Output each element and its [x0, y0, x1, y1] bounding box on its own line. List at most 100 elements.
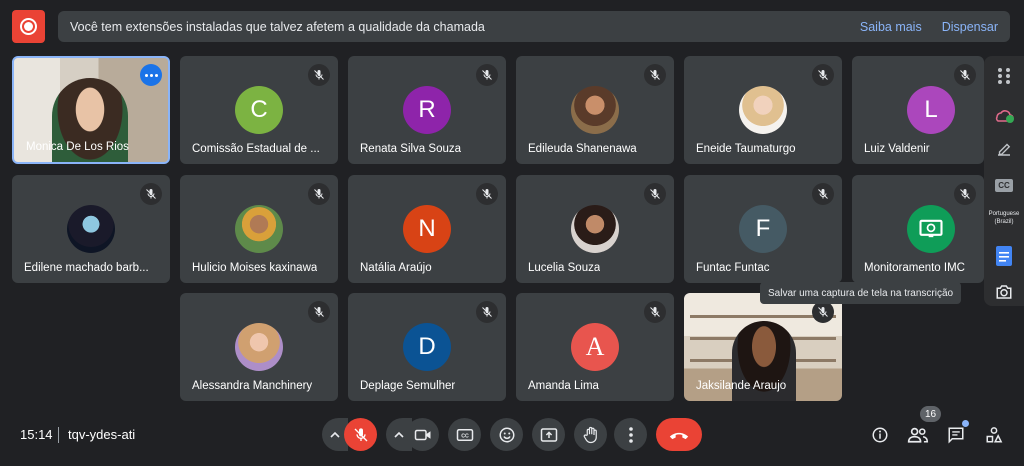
present-screen-button[interactable] [532, 418, 565, 451]
mic-off-icon [476, 301, 498, 323]
unread-indicator [962, 420, 969, 427]
participant-tile[interactable]: F Funtac Funtac [684, 175, 842, 283]
weather-extension-icon[interactable] [984, 100, 1024, 128]
captions-button[interactable]: CC [448, 418, 481, 451]
reactions-button[interactable] [490, 418, 523, 451]
caption-language-line1: Portuguese [988, 211, 1020, 217]
more-options-button[interactable] [614, 418, 647, 451]
video-camera-icon [414, 429, 430, 440]
mic-off-icon [644, 64, 666, 86]
avatar: C [235, 86, 283, 134]
mic-off-icon [476, 183, 498, 205]
avatar: A [571, 323, 619, 371]
camera-toggle-button[interactable] [406, 418, 439, 451]
microphone-toggle-button[interactable] [344, 418, 377, 451]
participant-name: Edilene machado barb... [24, 262, 149, 274]
banner-message: Você tem extensões instaladas que talvez… [70, 19, 485, 34]
avatar: L [907, 86, 955, 134]
screenshot-tooltip: Salvar uma captura de tela na transcriçã… [760, 282, 962, 304]
participant-tile-self[interactable]: Monica De Los Rios [12, 56, 170, 164]
captions-icon[interactable]: CC [984, 174, 1024, 196]
participant-name: Natália Araújo [360, 262, 432, 274]
mic-off-icon [812, 64, 834, 86]
extension-warning-banner: Você tem extensões instaladas que talvez… [58, 11, 1010, 42]
svg-text:CC: CC [461, 433, 469, 439]
transcript-doc-icon[interactable] [984, 244, 1024, 268]
participant-name: Lucelia Souza [528, 262, 601, 274]
caption-language-line2: (Brazil) [994, 219, 1014, 225]
avatar: D [403, 323, 451, 371]
avatar-photo [739, 86, 787, 134]
participant-name: Funtac Funtac [696, 262, 770, 274]
participant-tile[interactable]: Lucelia Souza [516, 175, 674, 283]
meeting-code: tqv-ydes-ati [68, 427, 136, 442]
raise-hand-button[interactable] [574, 418, 607, 451]
dismiss-button[interactable]: Dispensar [942, 20, 998, 34]
leave-call-button[interactable] [656, 418, 702, 451]
more-options-icon[interactable] [140, 64, 162, 86]
end-call-icon [669, 432, 689, 439]
apps-grid-icon[interactable] [984, 64, 1024, 88]
emoji-icon [499, 427, 514, 442]
people-icon[interactable] [904, 421, 932, 449]
mic-off-icon [308, 301, 330, 323]
participant-name: Luiz Valdenir [864, 143, 930, 155]
participant-name: Monitoramento IMC [864, 262, 965, 274]
avatar: N [403, 205, 451, 253]
participant-tile[interactable]: N Natália Araújo [348, 175, 506, 283]
participant-tile[interactable]: A Amanda Lima [516, 293, 674, 401]
avatar: R [403, 86, 451, 134]
hand-icon [583, 426, 597, 443]
participant-name: Hulicio Moises kaxinawa [192, 262, 318, 274]
mic-off-icon [644, 301, 666, 323]
caption-language[interactable]: Portuguese (Brazil) [984, 210, 1024, 226]
participant-count-badge: 16 [920, 406, 942, 422]
participant-tile[interactable]: Alessandra Manchinery [180, 293, 338, 401]
mic-off-icon [812, 183, 834, 205]
mic-off-icon [354, 427, 367, 441]
recording-button[interactable] [12, 10, 45, 43]
participant-tile[interactable]: D Deplage Semulher [348, 293, 506, 401]
participant-name: Amanda Lima [528, 380, 599, 392]
participant-tile[interactable]: Edileuda Shanenawa [516, 56, 674, 164]
participant-name: Edileuda Shanenawa [528, 143, 637, 155]
participant-name: Comissão Estadual de ... [192, 143, 320, 155]
participant-tile[interactable]: Monitoramento IMC [852, 175, 984, 283]
avatar-photo [235, 323, 283, 371]
participant-name: Jaksilande Araujo [696, 380, 787, 392]
avatar-photo [67, 205, 115, 253]
annotate-pen-icon[interactable] [984, 136, 1024, 162]
participant-tile[interactable]: C Comissão Estadual de ... [180, 56, 338, 164]
avatar-photo [235, 205, 283, 253]
mic-off-icon [308, 183, 330, 205]
participant-tile-video[interactable]: Jaksilande Araujo [684, 293, 842, 401]
present-icon [540, 427, 557, 442]
avatar-photo [571, 86, 619, 134]
bottom-control-bar: 15:14 tqv-ydes-ati CC 16 [0, 406, 1024, 466]
closed-captions-icon: CC [456, 428, 473, 441]
mic-off-icon [954, 64, 976, 86]
participant-name: Renata Silva Souza [360, 143, 462, 155]
participant-name: Monica De Los Rios [26, 141, 129, 153]
mic-off-icon [644, 183, 666, 205]
mic-off-icon [140, 183, 162, 205]
meeting-info-icon[interactable] [866, 421, 894, 449]
activities-icon[interactable] [980, 421, 1008, 449]
mic-off-icon [954, 183, 976, 205]
participant-tile[interactable]: Edilene machado barb... [12, 175, 170, 283]
camera-screenshot-icon[interactable] [984, 280, 1024, 304]
avatar: F [739, 205, 787, 253]
divider [58, 427, 59, 443]
avatar-photo [571, 205, 619, 253]
participant-tile[interactable]: Eneide Taumaturgo [684, 56, 842, 164]
meeting-time: 15:14 [20, 427, 53, 442]
mic-off-icon [812, 301, 834, 323]
participant-tile[interactable]: R Renata Silva Souza [348, 56, 506, 164]
participant-tile[interactable]: Hulicio Moises kaxinawa [180, 175, 338, 283]
monitor-logo-icon [907, 205, 955, 253]
mic-off-icon [308, 64, 330, 86]
mic-off-icon [476, 64, 498, 86]
participant-tile[interactable]: L Luiz Valdenir [852, 56, 984, 164]
learn-more-link[interactable]: Saiba mais [860, 20, 922, 34]
participant-name: Deplage Semulher [360, 380, 456, 392]
